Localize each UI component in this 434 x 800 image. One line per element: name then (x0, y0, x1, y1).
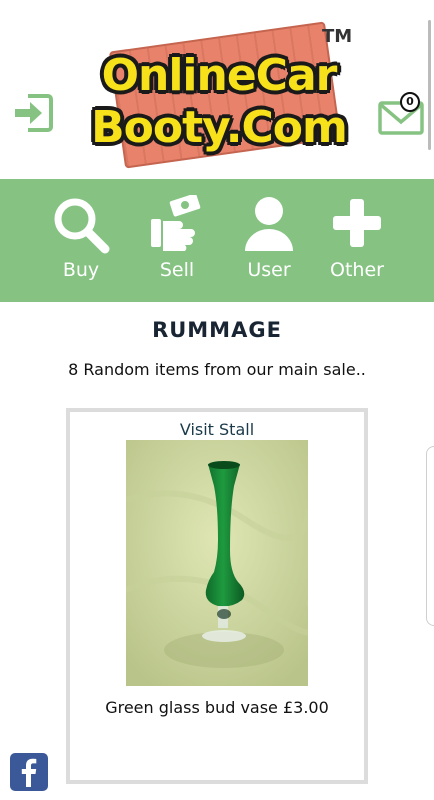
vase-image (126, 440, 308, 686)
nav-label-other: Other (330, 259, 384, 281)
facebook-button[interactable] (10, 753, 48, 791)
mail-count-badge: 0 (400, 92, 420, 112)
logo-text-line2: Booty.Com (91, 102, 348, 153)
hand-money-icon (151, 195, 201, 251)
scroll-indicator (428, 20, 431, 150)
nav-label-sell: Sell (159, 259, 195, 281)
user-icon (245, 197, 293, 251)
trademark-mark: TM (322, 26, 353, 47)
page-title: RUMMAGE (152, 318, 282, 342)
nav-label-buy: Buy (62, 259, 100, 281)
search-icon (54, 198, 110, 254)
site-logo[interactable]: OnlineCar Booty.Com TM (80, 18, 358, 170)
plus-icon (333, 199, 381, 247)
nav-item-user[interactable]: User (224, 179, 314, 302)
item-caption: Green glass bud vase £3.00 (105, 698, 329, 717)
facebook-icon (21, 758, 37, 787)
nav-item-sell[interactable]: Sell (132, 179, 222, 302)
item-photo[interactable] (126, 440, 308, 686)
login-icon[interactable] (12, 92, 54, 134)
nav-item-other[interactable]: Other (312, 179, 402, 302)
app-header: OnlineCar Booty.Com TM 0 (0, 0, 434, 178)
visit-stall-link[interactable]: Visit Stall (70, 420, 364, 439)
item-card[interactable]: Visit Stall Green glass bud vase £3.00 (66, 408, 368, 784)
page-subtitle: 8 Random items from our main sale.. (68, 360, 366, 379)
logo-text-line1: OnlineCar (101, 50, 338, 101)
side-drawer-tab[interactable] (426, 446, 434, 626)
nav-label-user: User (247, 259, 291, 281)
nav-item-buy[interactable]: Buy (36, 179, 126, 302)
main-nav: Buy Sell User Other (0, 179, 434, 302)
